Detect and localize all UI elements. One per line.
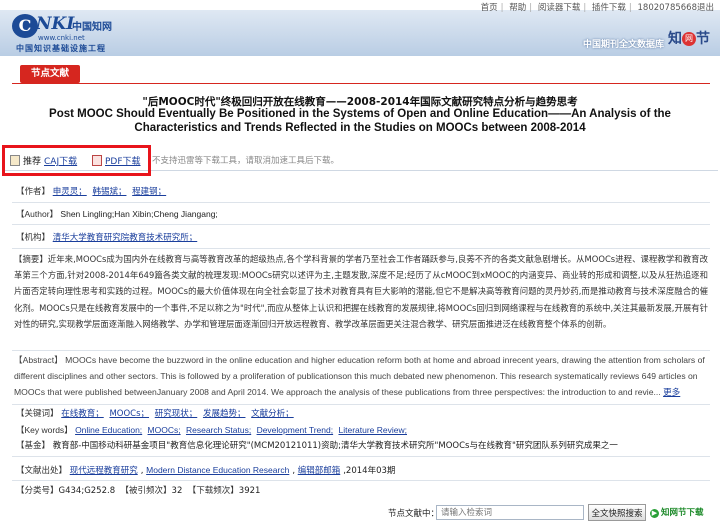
- divider: [12, 350, 710, 351]
- keyword-link[interactable]: Research Status;: [186, 425, 251, 435]
- author-link[interactable]: 程建钢；: [132, 187, 166, 197]
- divider: [12, 456, 710, 457]
- keyword-link[interactable]: Online Education;: [75, 425, 142, 435]
- divider: [12, 480, 710, 481]
- download-count: 3921: [238, 486, 261, 496]
- author-en-row: 【Author】 Shen Lingling;Han Xibin;Cheng J…: [16, 209, 218, 219]
- editor-email-link[interactable]: 编辑部邮箱: [298, 466, 341, 476]
- caj-file-icon: [10, 155, 20, 166]
- caj-download-link[interactable]: CAJ下载: [44, 154, 77, 167]
- logo-org: 中国知识基础设施工程: [16, 44, 106, 53]
- node-search-label: 节点文献中：: [388, 509, 440, 519]
- article-title-en: Post MOOC Should Eventually Be Positione…: [49, 108, 671, 134]
- caj-download[interactable]: 推荐 CAJ下载: [10, 154, 77, 167]
- abstract-en: 【Abstract】 MOOCs have become the buzzwor…: [14, 355, 705, 398]
- zhiwangjie-logo-icon: 知 网 节: [668, 31, 710, 47]
- divider: [12, 224, 710, 225]
- fund-row: 【基金】 教育部-中国移动科研基金项目"教育信息化理论研究"(MCM201210…: [16, 441, 618, 451]
- keyword-link[interactable]: Development Trend;: [257, 425, 334, 435]
- author-link[interactable]: 申灵灵；: [53, 187, 87, 197]
- download-note: 不支持迅雷等下载工具，请取消加速工具后下载。: [152, 156, 340, 166]
- link-plugin-download[interactable]: 插件下载: [592, 3, 626, 13]
- institution-row: 【机构】 清华大学教育研究院教育技术研究所；: [16, 233, 198, 243]
- divider: [12, 83, 710, 84]
- site-header: 首页 | 帮助 | 阅读器下载 | 插件下载 | 18020785668退出 C NKI…: [0, 0, 720, 56]
- abstract-cn: 【摘要】近年来,MOOCs成为国内外在线教育与高等教育改革的超级热点,各个学科背…: [14, 254, 708, 329]
- pdf-download[interactable]: PDF下载: [92, 154, 141, 167]
- author-link[interactable]: 韩锡斌；: [92, 187, 126, 197]
- institution-link[interactable]: 清华大学教育研究院教育技术研究所；: [53, 233, 198, 243]
- cnki-logo-icon: C: [12, 14, 38, 38]
- logo-word: NKI: [36, 14, 75, 34]
- keywords-cn-row: 【关键词】 在线教育； MOOCs； 研究现状； 发展趋势； 文献分析；: [16, 409, 294, 419]
- fulltext-search-button[interactable]: 全文快照搜索: [588, 504, 646, 521]
- pdf-file-icon: [92, 155, 102, 166]
- stats-row: 【分类号】G434;G252.8 【被引频次】32 【下载频次】3921: [16, 486, 261, 496]
- keyword-link[interactable]: MOOCs；: [109, 409, 149, 419]
- link-user-logout[interactable]: 18020785668退出: [638, 3, 715, 13]
- divider: [12, 248, 710, 249]
- node-search-input[interactable]: [436, 505, 584, 520]
- divider: [12, 404, 710, 405]
- node-download-link[interactable]: ▶ 知网节下载: [650, 506, 704, 518]
- top-links: 首页 | 帮助 | 阅读器下载 | 插件下载 | 18020785668退出: [480, 3, 715, 13]
- class-number: G434;G252.8: [58, 486, 116, 496]
- keyword-link[interactable]: MOOCs;: [148, 425, 181, 435]
- keyword-link[interactable]: Literature Review;: [338, 425, 407, 435]
- more-link[interactable]: 更多: [663, 387, 680, 397]
- arrow-right-icon: ▶: [650, 509, 659, 518]
- node-search-bar: 节点文献中： 全文快照搜索 ▶知网节下载: [0, 500, 720, 527]
- link-home[interactable]: 首页: [481, 3, 498, 13]
- keyword-link[interactable]: 研究现状；: [155, 409, 198, 419]
- journal-cn-link[interactable]: 现代远程教育研究: [70, 466, 138, 476]
- logo-cn: 中国知网: [72, 22, 112, 33]
- keyword-link[interactable]: 在线教育；: [61, 409, 104, 419]
- logo-url: www.cnki.net: [38, 34, 85, 42]
- database-name: 中国期刊全文数据库: [582, 40, 664, 50]
- cited-count: 32: [171, 486, 183, 496]
- authors-row: 【作者】 申灵灵； 韩锡斌； 程建钢；: [16, 187, 167, 197]
- keywords-en-row: 【Key words】 Online Education; MOOCs; Res…: [16, 425, 407, 435]
- download-bar: 推荐 CAJ下载 PDF下载 不支持迅雷等下载工具，请取消加速工具后下载。: [2, 145, 718, 176]
- link-reader-download[interactable]: 阅读器下载: [538, 3, 581, 13]
- source-row: 【文献出处】 现代远程教育研究, Modern Distance Educati…: [16, 465, 396, 476]
- node-document-tab: 节点文献: [20, 65, 80, 83]
- keyword-link[interactable]: 文献分析；: [251, 409, 294, 419]
- divider: [12, 202, 710, 203]
- link-help[interactable]: 帮助: [509, 3, 526, 13]
- journal-en-link[interactable]: Modern Distance Education Research: [146, 465, 289, 475]
- cnki-logo[interactable]: C NKI 中国知网 www.cnki.net 中国知识基础设施工程: [12, 12, 124, 53]
- pdf-download-link[interactable]: PDF下载: [105, 154, 141, 167]
- keyword-link[interactable]: 发展趋势；: [203, 409, 246, 419]
